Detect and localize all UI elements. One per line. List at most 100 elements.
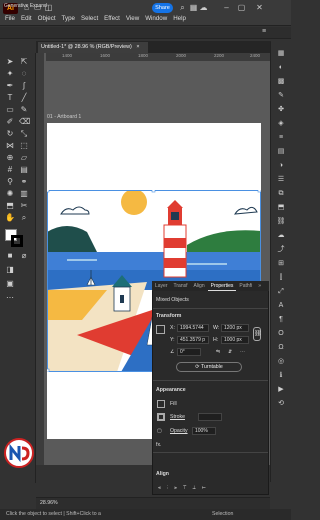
color-mode-icon[interactable]: ■ xyxy=(5,251,15,261)
more-tools-icon[interactable]: ⋯ xyxy=(5,293,15,303)
panel-icon-1[interactable]: ▦ xyxy=(275,48,287,59)
align-panel-icon[interactable]: ⫿ xyxy=(275,272,287,283)
swatches-icon[interactable]: ▩ xyxy=(275,76,287,87)
flip-horizontal-icon[interactable]: ⇋ xyxy=(216,349,220,355)
menu-file[interactable]: File xyxy=(2,15,18,22)
generative-expand-label[interactable]: Generative Expand xyxy=(4,3,47,9)
actions-icon[interactable]: ▶ xyxy=(275,384,287,395)
x-input[interactable]: 1994.5744 xyxy=(177,324,209,332)
zoom-level[interactable]: 28.96% xyxy=(40,500,58,506)
opentype-icon[interactable]: O xyxy=(275,328,287,339)
constrain-proportions-icon[interactable]: ⛓ xyxy=(253,327,262,341)
minimize-icon[interactable]: – xyxy=(222,3,231,12)
flip-vertical-icon[interactable]: ⇵ xyxy=(228,349,232,355)
paragraph-icon[interactable]: ¶ xyxy=(275,314,287,325)
menu-object[interactable]: Object xyxy=(35,15,59,22)
close-icon[interactable]: ✕ xyxy=(255,3,264,12)
none-icon[interactable]: ⌀ xyxy=(19,251,29,261)
pathfinder-icon[interactable]: ⊞ xyxy=(275,258,287,269)
artboard-label[interactable]: 01 - Artboard 1 xyxy=(47,114,81,120)
history-icon[interactable]: ⟲ xyxy=(275,398,287,409)
blend-icon[interactable]: ⚭ xyxy=(19,177,29,187)
stroke-weight-input[interactable] xyxy=(198,413,222,421)
brushes-icon[interactable]: ✎ xyxy=(275,90,287,101)
menu-select[interactable]: Select xyxy=(78,15,101,22)
selection-tool-icon[interactable]: ➤ xyxy=(5,57,15,67)
panel-options-icon[interactable]: ≡ xyxy=(262,28,266,35)
stroke-label[interactable]: Stroke xyxy=(170,414,185,420)
menu-window[interactable]: Window xyxy=(142,15,170,22)
tab-transform[interactable]: Transf xyxy=(171,281,191,291)
graph-tool-icon[interactable]: ▥ xyxy=(19,189,29,199)
asset-export-icon[interactable]: ⤴ xyxy=(275,244,287,255)
slice-icon[interactable]: ✂ xyxy=(19,201,29,211)
workspace-icon[interactable]: ▦ xyxy=(189,3,198,12)
tab-align[interactable]: Align xyxy=(191,281,208,291)
zoom-tool-icon[interactable]: ⌕ xyxy=(19,213,29,223)
menu-effect[interactable]: Effect xyxy=(101,15,123,22)
info-icon[interactable]: ℹ xyxy=(275,370,287,381)
tab-close-icon[interactable]: × xyxy=(136,44,139,50)
share-button[interactable]: Share xyxy=(152,3,173,13)
tab-layers[interactable]: Layer xyxy=(152,281,171,291)
libraries-icon[interactable]: ☁ xyxy=(275,230,287,241)
width-tool-icon[interactable]: ⋈ xyxy=(5,141,15,151)
appearance-icon[interactable]: ☰ xyxy=(275,174,287,185)
tab-pathfinder[interactable]: Pathfi xyxy=(236,281,255,291)
turntable-button[interactable]: ⟳ Turntable xyxy=(176,362,242,372)
perspective-icon[interactable]: ▱ xyxy=(19,153,29,163)
type-tool-icon[interactable]: T xyxy=(5,93,15,103)
gradient-icon[interactable]: ▤ xyxy=(19,165,29,175)
mesh-icon[interactable]: # xyxy=(5,165,15,175)
curvature-icon[interactable]: ∫ xyxy=(19,81,29,91)
reference-point-icon[interactable] xyxy=(156,325,165,334)
symbols-icon[interactable]: ✤ xyxy=(275,104,287,115)
fx-button[interactable]: fx. xyxy=(156,442,161,448)
gradient-panel-icon[interactable]: ▤ xyxy=(275,146,287,157)
eraser-icon[interactable]: ⌫ xyxy=(19,117,30,127)
tab-properties[interactable]: Properties xyxy=(207,281,237,291)
h-input[interactable]: 1000 px xyxy=(221,336,249,344)
stroke-swatch-panel[interactable] xyxy=(157,413,165,421)
stroke-swatch[interactable] xyxy=(11,235,23,247)
scale-icon[interactable]: ⤡ xyxy=(19,129,29,139)
shaper-icon[interactable]: ✐ xyxy=(5,117,15,127)
search-icon[interactable]: ⌕ xyxy=(178,3,187,12)
opacity-input[interactable]: 100% xyxy=(192,427,216,435)
rectangle-tool-icon[interactable]: ▭ xyxy=(5,105,15,115)
artboard-tool-icon[interactable]: ⬒ xyxy=(5,201,15,211)
tab-overflow[interactable]: » xyxy=(255,281,264,291)
document-tab[interactable]: Untitled-1* @ 28.96 % (RGB/Preview) × xyxy=(38,42,148,53)
shape-builder-icon[interactable]: ⊕ xyxy=(5,153,15,163)
lasso-icon[interactable]: ◌ xyxy=(19,69,29,79)
angle-input[interactable]: 0° xyxy=(177,348,201,356)
w-input[interactable]: 1200 px xyxy=(221,324,249,332)
eyedropper-icon[interactable]: ⚲ xyxy=(5,177,15,187)
cloud-icon[interactable]: ☁ xyxy=(199,3,208,12)
fill-swatch-panel[interactable] xyxy=(157,400,165,408)
color-panel-icon[interactable]: ◐ xyxy=(275,62,287,73)
transform-panel-icon[interactable]: ⤢ xyxy=(275,286,287,297)
align-buttons-row[interactable]: ⫷⫶⫸⊤⊥⊢ xyxy=(158,485,212,492)
layers-icon[interactable]: ⧉ xyxy=(275,188,287,199)
more-options-icon[interactable]: ⋯ xyxy=(240,349,245,355)
menu-type[interactable]: Type xyxy=(59,15,78,22)
magic-wand-icon[interactable]: ✦ xyxy=(5,69,15,79)
artboards-icon[interactable]: ⬒ xyxy=(275,202,287,213)
maximize-icon[interactable]: ▢ xyxy=(237,3,246,12)
graphic-styles-icon[interactable]: ◈ xyxy=(275,118,287,129)
glyphs-icon[interactable]: Ω xyxy=(275,342,287,353)
transparency-icon[interactable]: ◑ xyxy=(275,160,287,171)
draw-mode-icon[interactable]: ◨ xyxy=(5,265,15,275)
character-icon[interactable]: A xyxy=(275,300,287,311)
line-tool-icon[interactable]: ╱ xyxy=(19,93,29,103)
free-transform-icon[interactable]: ⬚ xyxy=(19,141,29,151)
screen-mode-icon[interactable]: ▣ xyxy=(5,279,15,289)
stroke-panel-icon[interactable]: ≡ xyxy=(275,132,287,143)
rotate-icon[interactable]: ↻ xyxy=(5,129,15,139)
menu-edit[interactable]: Edit xyxy=(18,15,35,22)
y-input[interactable]: 451.3579 p xyxy=(177,336,209,344)
paintbrush-icon[interactable]: ✎ xyxy=(19,105,29,115)
opacity-label[interactable]: Opacity xyxy=(170,428,188,434)
menu-help[interactable]: Help xyxy=(170,15,189,22)
